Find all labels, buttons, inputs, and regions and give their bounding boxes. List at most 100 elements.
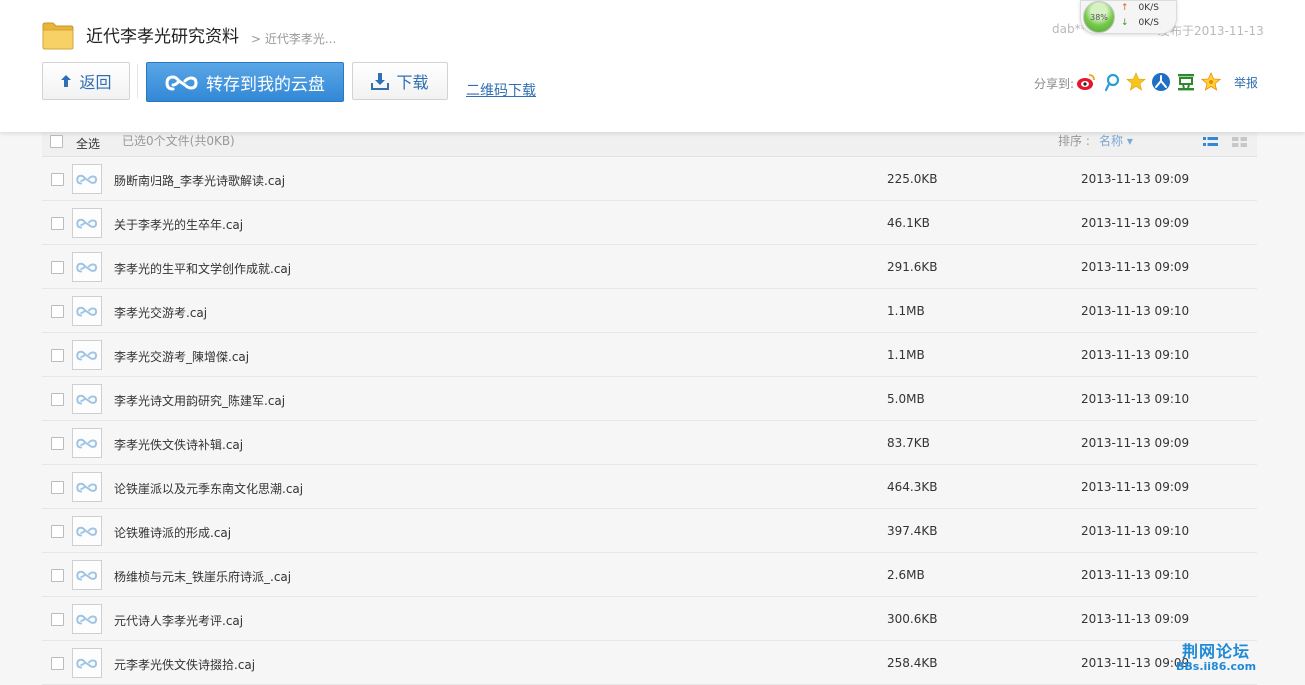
file-row[interactable]: 肠断南归路_李孝光诗歌解读.caj 225.0KB 2013-11-13 09:… (42, 157, 1257, 201)
qr-download-link[interactable]: 二维码下载 (466, 80, 536, 100)
file-row[interactable]: 论铁崖派以及元季东南文化思潮.caj 464.3KB 2013-11-13 09… (42, 465, 1257, 509)
download-speed: ↓ 0K/S (1121, 18, 1159, 28)
file-name[interactable]: 杨维桢与元末_铁崖乐府诗派_.caj (114, 568, 291, 585)
save-to-cloud-button[interactable]: 转存到我的云盘 (146, 62, 344, 102)
file-name[interactable]: 李孝光的生平和文学创作成就.caj (114, 260, 291, 277)
file-name[interactable]: 论铁崖派以及元季东南文化思潮.caj (114, 480, 303, 497)
toolbar-divider (137, 64, 138, 98)
row-checkbox[interactable] (51, 569, 64, 582)
file-row[interactable]: 关于李孝光的生卒年.caj 46.1KB 2013-11-13 09:09 (42, 201, 1257, 245)
file-name[interactable]: 李孝光交游考.caj (114, 304, 207, 321)
file-date: 2013-11-13 09:10 (1081, 304, 1190, 318)
save-button-label: 转存到我的云盘 (206, 74, 325, 95)
file-icon (72, 604, 102, 634)
download-button[interactable]: 下载 (352, 62, 448, 100)
row-checkbox[interactable] (51, 217, 64, 230)
qzone-icon[interactable] (1126, 72, 1146, 92)
select-all-checkbox[interactable] (50, 135, 63, 148)
kaixin-icon[interactable] (1201, 72, 1221, 92)
watermark-main: 荆网论坛 (1182, 642, 1251, 661)
row-checkbox[interactable] (51, 261, 64, 274)
row-checkbox[interactable] (51, 305, 64, 318)
file-date: 2013-11-13 09:10 (1081, 348, 1190, 362)
share-label: 分享到: (1034, 77, 1075, 91)
page-title: 近代李孝光研究资料 (86, 27, 239, 47)
file-name[interactable]: 李孝光诗文用韵研究_陈建军.caj (114, 392, 285, 409)
douban-icon[interactable] (1176, 72, 1196, 92)
file-size: 5.0MB (887, 392, 925, 406)
file-icon (72, 428, 102, 458)
renren-icon[interactable] (1151, 72, 1171, 92)
file-icon (72, 472, 102, 502)
row-checkbox[interactable] (51, 393, 64, 406)
weibo-icon[interactable] (1076, 72, 1096, 92)
file-name[interactable]: 关于李孝光的生卒年.caj (114, 216, 243, 233)
download-icon (371, 72, 390, 90)
file-row[interactable]: 杨维桢与元末_铁崖乐府诗派_.caj 2.6MB 2013-11-13 09:1… (42, 553, 1257, 597)
file-row[interactable]: 李孝光的生平和文学创作成就.caj 291.6KB 2013-11-13 09:… (42, 245, 1257, 289)
file-size: 225.0KB (887, 172, 938, 186)
select-all-label[interactable]: 全选 (76, 135, 100, 152)
file-size: 300.6KB (887, 612, 938, 626)
file-row[interactable]: 元李孝光佚文佚诗掇拾.caj 258.4KB 2013-11-13 09:09 (42, 641, 1257, 685)
network-speed-widget[interactable]: 38% ↑ 0K/S ↓ 0K/S (1080, 0, 1177, 34)
arrow-up-icon: ↑ (1121, 3, 1129, 13)
file-row[interactable]: 元代诗人李孝光考评.caj 300.6KB 2013-11-13 09:09 (42, 597, 1257, 641)
file-name[interactable]: 肠断南归路_李孝光诗歌解读.caj (114, 172, 285, 189)
file-row[interactable]: 李孝光诗文用韵研究_陈建军.caj 5.0MB 2013-11-13 09:10 (42, 377, 1257, 421)
file-date: 2013-11-13 09:09 (1081, 216, 1190, 230)
download-button-label: 下载 (396, 73, 429, 92)
selection-info: 已选0个文件(共0KB) (122, 134, 235, 148)
file-list: 肠断南归路_李孝光诗歌解读.caj 225.0KB 2013-11-13 09:… (42, 157, 1257, 685)
file-size: 83.7KB (887, 436, 930, 450)
breadcrumb[interactable]: > 近代李孝光... (251, 30, 336, 47)
file-name[interactable]: 论铁雅诗派的形成.caj (114, 524, 231, 541)
file-size: 397.4KB (887, 524, 938, 538)
file-row[interactable]: 李孝光佚文佚诗补辑.caj 83.7KB 2013-11-13 09:09 (42, 421, 1257, 465)
file-date: 2013-11-13 09:09 (1081, 260, 1190, 274)
file-icon (72, 252, 102, 282)
file-icon (72, 384, 102, 414)
sort-by-name-dropdown[interactable]: 名称 ▾ (1099, 132, 1133, 149)
file-date: 2013-11-13 09:09 (1081, 480, 1190, 494)
tencent-weibo-icon[interactable] (1102, 72, 1122, 92)
file-row[interactable]: 李孝光交游考.caj 1.1MB 2013-11-13 09:10 (42, 289, 1257, 333)
upload-speed-value: 0K/S (1138, 3, 1159, 13)
file-icon (72, 164, 102, 194)
forum-watermark: 荆网论坛 BBs.ii86.com (1176, 638, 1256, 673)
file-icon (72, 560, 102, 590)
file-row[interactable]: 李孝光交游考_陳增傑.caj 1.1MB 2013-11-13 09:10 (42, 333, 1257, 377)
back-button[interactable]: 返回 (42, 62, 130, 100)
arrow-up-icon (60, 74, 72, 88)
file-name[interactable]: 李孝光佚文佚诗补辑.caj (114, 436, 243, 453)
file-date: 2013-11-13 09:09 (1081, 436, 1190, 450)
row-checkbox[interactable] (51, 525, 64, 538)
file-size: 258.4KB (887, 656, 938, 670)
row-checkbox[interactable] (51, 349, 64, 362)
file-date: 2013-11-13 09:10 (1081, 524, 1190, 538)
row-checkbox[interactable] (51, 437, 64, 450)
file-icon (72, 648, 102, 678)
file-date: 2013-11-13 09:09 (1081, 612, 1190, 626)
file-name[interactable]: 元李孝光佚文佚诗掇拾.caj (114, 656, 255, 673)
sort-label: 排序 : (1058, 134, 1090, 148)
file-date: 2013-11-13 09:09 (1081, 656, 1190, 670)
row-checkbox[interactable] (51, 657, 64, 670)
list-view-icon[interactable] (1203, 136, 1218, 148)
row-checkbox[interactable] (51, 173, 64, 186)
file-size: 1.1MB (887, 304, 925, 318)
file-size: 464.3KB (887, 480, 938, 494)
file-row[interactable]: 论铁雅诗派的形成.caj 397.4KB 2013-11-13 09:10 (42, 509, 1257, 553)
file-date: 2013-11-13 09:10 (1081, 392, 1190, 406)
grid-view-icon[interactable] (1232, 136, 1247, 148)
file-name[interactable]: 元代诗人李孝光考评.caj (114, 612, 243, 629)
row-checkbox[interactable] (51, 613, 64, 626)
row-checkbox[interactable] (51, 481, 64, 494)
file-date: 2013-11-13 09:09 (1081, 172, 1190, 186)
file-icon (72, 516, 102, 546)
report-link[interactable]: 举报 (1234, 74, 1258, 91)
file-icon (72, 208, 102, 238)
arrow-down-icon: ↓ (1121, 18, 1129, 28)
upload-speed: ↑ 0K/S (1121, 3, 1159, 13)
file-name[interactable]: 李孝光交游考_陳增傑.caj (114, 348, 249, 365)
